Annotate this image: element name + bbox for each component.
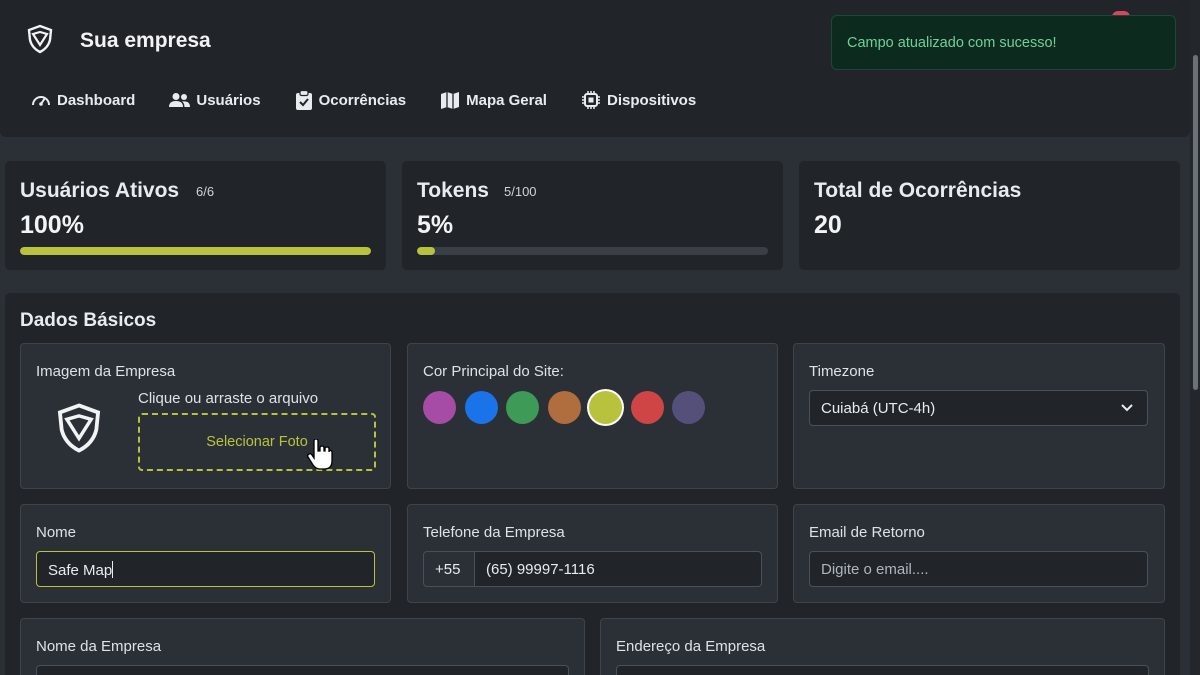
stat-title: Total de Ocorrências xyxy=(814,179,1022,202)
card-label: Nome xyxy=(36,524,77,541)
nav-label: Mapa Geral xyxy=(466,91,547,109)
color-swatch[interactable] xyxy=(547,391,581,424)
success-toast[interactable]: Campo atualizado com sucesso! xyxy=(831,15,1176,70)
users-icon xyxy=(169,93,191,107)
color-swatch[interactable] xyxy=(630,391,664,424)
progress-bar xyxy=(20,247,371,255)
name-card: Nome Safe Map xyxy=(20,504,391,603)
timezone-value: Cuiabá (UTC-4h) xyxy=(821,400,936,417)
company-name-input[interactable] xyxy=(36,665,569,675)
main-nav: Dashboard Usuários Ocorrências Mapa Gera… xyxy=(31,90,696,110)
map-icon xyxy=(441,91,460,109)
text-caret xyxy=(112,561,114,578)
phone-prefix[interactable]: +55 xyxy=(423,551,475,587)
progress-fill xyxy=(20,247,371,255)
color-swatch[interactable] xyxy=(589,391,622,424)
name-input[interactable]: Safe Map xyxy=(36,551,375,587)
nav-label: Ocorrências xyxy=(318,91,407,109)
nav-users[interactable]: Usuários xyxy=(169,90,261,110)
nav-dashboard[interactable]: Dashboard xyxy=(31,90,135,110)
clipboard-check-icon xyxy=(295,90,312,110)
stat-title: Usuários Ativos xyxy=(20,179,180,202)
stat-card-users: Usuários Ativos 6/6 100% xyxy=(5,161,386,270)
company-logo-icon xyxy=(57,403,101,453)
chevron-down-icon xyxy=(1121,404,1133,412)
card-label: Email de Retorno xyxy=(809,524,925,541)
nav-devices[interactable]: Dispositivos xyxy=(581,90,696,110)
stat-value: 5% xyxy=(417,211,454,239)
card-label: Telefone da Empresa xyxy=(423,524,565,541)
stat-card-occurrences: Total de Ocorrências 20 xyxy=(799,161,1180,270)
stat-card-tokens: Tokens 5/100 5% xyxy=(402,161,783,270)
company-address-input[interactable] xyxy=(616,665,1149,675)
section-title: Dados Básicos xyxy=(20,310,157,331)
card-label: Timezone xyxy=(809,363,875,380)
stat-value: 20 xyxy=(814,211,842,239)
nav-occurrences[interactable]: Ocorrências xyxy=(295,90,407,110)
select-photo-button[interactable]: Selecionar Foto xyxy=(138,413,376,471)
timezone-select[interactable]: Cuiabá (UTC-4h) xyxy=(809,390,1148,426)
color-swatch[interactable] xyxy=(423,391,456,424)
brand[interactable]: Sua empresa xyxy=(26,24,211,54)
name-value: Safe Map xyxy=(48,562,113,579)
scroll-thumb[interactable] xyxy=(1193,55,1198,390)
timezone-card: Timezone Cuiabá (UTC-4h) xyxy=(793,343,1165,489)
company-name-card: Nome da Empresa xyxy=(20,618,585,675)
shield-logo-icon xyxy=(27,24,53,54)
nav-label: Usuários xyxy=(196,91,261,109)
gauge-icon xyxy=(32,96,50,106)
cpu-icon xyxy=(581,91,600,109)
company-address-card: Endereço da Empresa xyxy=(600,618,1165,675)
color-swatch[interactable] xyxy=(464,391,498,424)
phone-input[interactable]: (65) 99997-1116 xyxy=(474,551,762,587)
page-scrollbar[interactable] xyxy=(1190,0,1200,675)
brand-name: Sua empresa xyxy=(80,29,211,52)
stat-subtitle: 5/100 xyxy=(504,184,537,199)
progress-bar xyxy=(417,247,768,255)
nav-map[interactable]: Mapa Geral xyxy=(440,90,547,110)
stat-value: 100% xyxy=(20,211,84,239)
color-swatch[interactable] xyxy=(672,391,705,424)
progress-fill xyxy=(417,247,435,255)
email-input[interactable]: Digite o email.... xyxy=(809,551,1148,587)
card-label: Cor Principal do Site: xyxy=(423,363,564,380)
card-label: Nome da Empresa xyxy=(36,638,162,655)
color-swatch[interactable] xyxy=(506,391,539,424)
company-image-card: Imagem da Empresa Clique ou arraste o ar… xyxy=(20,343,391,489)
card-label: Imagem da Empresa xyxy=(36,363,176,380)
card-label: Endereço da Empresa xyxy=(616,638,766,655)
basic-data-section: Dados Básicos Imagem da Empresa Clique o… xyxy=(5,293,1180,675)
stat-title: Tokens xyxy=(417,179,489,202)
upload-hint: Clique ou arraste o arquivo xyxy=(138,390,319,407)
hand-cursor-icon xyxy=(307,439,333,470)
phone-card: Telefone da Empresa +55 (65) 99997-1116 xyxy=(407,504,778,603)
site-color-card: Cor Principal do Site: xyxy=(407,343,778,489)
nav-label: Dispositivos xyxy=(606,91,697,109)
email-card: Email de Retorno Digite o email.... xyxy=(793,504,1165,603)
stat-subtitle: 6/6 xyxy=(196,184,215,199)
nav-label: Dashboard xyxy=(57,91,136,109)
